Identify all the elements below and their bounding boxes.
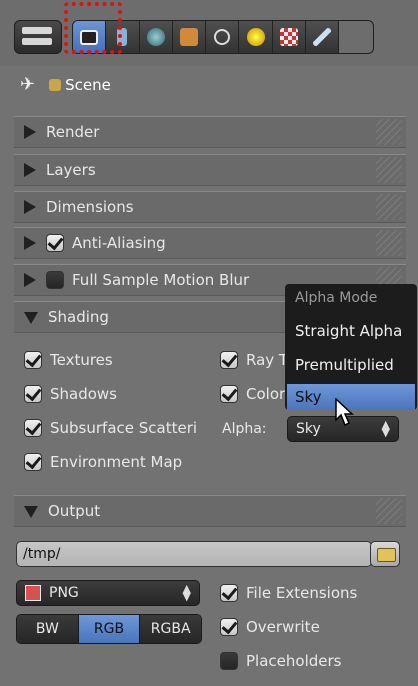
drag-grip-icon[interactable] bbox=[376, 230, 402, 256]
menu-title: Alpha Mode bbox=[295, 290, 378, 306]
output-path-input[interactable]: /tmp/ bbox=[16, 541, 372, 567]
option-label: Color bbox=[246, 385, 286, 403]
tab-constraints[interactable] bbox=[206, 21, 240, 53]
ray-tracing-toggle[interactable]: Ray T bbox=[220, 351, 288, 369]
alpha-mode-value: Sky bbox=[296, 421, 321, 437]
checkbox[interactable] bbox=[220, 385, 238, 403]
checkbox[interactable] bbox=[24, 419, 42, 437]
expanded-triangle-icon bbox=[24, 312, 38, 324]
environment-map-toggle[interactable]: Environment Map bbox=[24, 453, 182, 471]
panel-title: Layers bbox=[46, 161, 96, 179]
collapsed-triangle-icon bbox=[24, 200, 36, 214]
motion-blur-checkbox[interactable] bbox=[46, 271, 64, 289]
brush-icon bbox=[313, 28, 332, 46]
collapsed-triangle-icon bbox=[24, 236, 36, 250]
panel-title: Output bbox=[48, 502, 101, 520]
anti-aliasing-checkbox[interactable] bbox=[46, 234, 64, 252]
panel-dimensions[interactable]: Dimensions bbox=[14, 191, 406, 223]
menu-item-straight-alpha[interactable]: Straight Alpha bbox=[295, 322, 402, 340]
sun-icon bbox=[246, 28, 265, 46]
scene-label: Scene bbox=[65, 75, 111, 94]
color-mode-rgba[interactable]: RGBA bbox=[140, 615, 201, 643]
shadows-toggle[interactable]: Shadows bbox=[24, 385, 117, 403]
option-label: Ray T bbox=[246, 351, 289, 369]
menu-bar-icon bbox=[22, 38, 52, 45]
panel-title: Full Sample Motion Blur bbox=[72, 271, 250, 289]
panel-output[interactable]: Output bbox=[14, 495, 406, 527]
checkbox[interactable] bbox=[220, 351, 238, 369]
color-mode-selector: BW RGB RGBA bbox=[16, 614, 202, 644]
image-file-icon bbox=[25, 585, 41, 601]
subsurface-toggle[interactable]: Subsurface Scatteri bbox=[24, 419, 197, 437]
folder-icon bbox=[377, 548, 396, 562]
browse-folder-button[interactable] bbox=[370, 541, 400, 567]
menu-item-premultiplied[interactable]: Premultiplied bbox=[295, 356, 394, 374]
collapsed-triangle-icon bbox=[24, 273, 36, 287]
tab-world[interactable] bbox=[139, 21, 173, 53]
menu-bar-icon bbox=[22, 27, 52, 34]
option-label: Overwrite bbox=[246, 618, 320, 636]
placeholders-toggle[interactable]: Placeholders bbox=[220, 652, 341, 670]
alpha-label: Alpha: bbox=[222, 421, 267, 437]
option-label: Environment Map bbox=[50, 453, 183, 471]
collapsed-triangle-icon bbox=[24, 125, 36, 139]
context-breadcrumb: ✈ Scene bbox=[20, 74, 111, 95]
render-tab-highlight bbox=[64, 2, 122, 54]
overwrite-toggle[interactable]: Overwrite bbox=[220, 618, 320, 636]
color-mode-rgb[interactable]: RGB bbox=[78, 615, 141, 643]
panel-title: Dimensions bbox=[46, 198, 134, 216]
option-label: Textures bbox=[50, 351, 113, 369]
panel-title: Render bbox=[46, 123, 100, 141]
panel-layers[interactable]: Layers bbox=[14, 154, 406, 186]
cube-icon bbox=[180, 28, 199, 46]
menu-item-sky-label: Sky bbox=[295, 388, 322, 406]
panel-title: Anti-Aliasing bbox=[72, 234, 166, 252]
file-format-select[interactable]: PNG ▲ ▼ bbox=[16, 580, 200, 606]
checkbox[interactable] bbox=[220, 584, 238, 602]
checker-icon bbox=[279, 28, 298, 46]
file-extensions-toggle[interactable]: File Extensions bbox=[220, 584, 357, 602]
option-label: File Extensions bbox=[246, 584, 358, 602]
option-label: Shadows bbox=[50, 385, 118, 403]
checkbox[interactable] bbox=[220, 618, 238, 636]
drag-grip-icon[interactable] bbox=[376, 498, 402, 524]
tab-particles[interactable] bbox=[306, 21, 340, 53]
mouse-cursor-icon bbox=[335, 398, 354, 427]
pin-icon[interactable]: ✈ bbox=[20, 74, 35, 95]
checkbox[interactable] bbox=[24, 351, 42, 369]
collapsed-triangle-icon bbox=[24, 163, 36, 177]
checkbox[interactable] bbox=[220, 652, 238, 670]
scene-icon bbox=[49, 78, 62, 91]
updown-arrows-icon: ▲ ▼ bbox=[381, 418, 390, 439]
option-label: Subsurface Scatteri bbox=[50, 419, 198, 437]
tab-texture[interactable] bbox=[272, 21, 307, 53]
file-format-value: PNG bbox=[49, 585, 79, 601]
panel-title: Shading bbox=[48, 308, 109, 326]
output-path-value: /tmp/ bbox=[23, 546, 61, 562]
textures-toggle[interactable]: Textures bbox=[24, 351, 113, 369]
color-management-toggle[interactable]: Color bbox=[220, 385, 285, 403]
expanded-triangle-icon bbox=[24, 506, 38, 518]
tab-object[interactable] bbox=[172, 21, 207, 53]
world-icon bbox=[146, 28, 165, 46]
checkbox[interactable] bbox=[24, 453, 42, 471]
color-mode-bw[interactable]: BW bbox=[17, 615, 79, 643]
editor-type-menu-button[interactable] bbox=[14, 20, 62, 54]
option-label: Placeholders bbox=[246, 652, 342, 670]
panel-render[interactable]: Render bbox=[14, 116, 406, 148]
drag-grip-icon[interactable] bbox=[376, 119, 402, 145]
tab-light[interactable] bbox=[239, 21, 273, 53]
chain-icon bbox=[214, 29, 231, 45]
checkbox[interactable] bbox=[24, 385, 42, 403]
updown-arrows-icon: ▲ ▼ bbox=[182, 582, 191, 603]
panel-anti-aliasing[interactable]: Anti-Aliasing bbox=[14, 227, 406, 259]
drag-grip-icon[interactable] bbox=[376, 194, 402, 220]
drag-grip-icon[interactable] bbox=[376, 157, 402, 183]
